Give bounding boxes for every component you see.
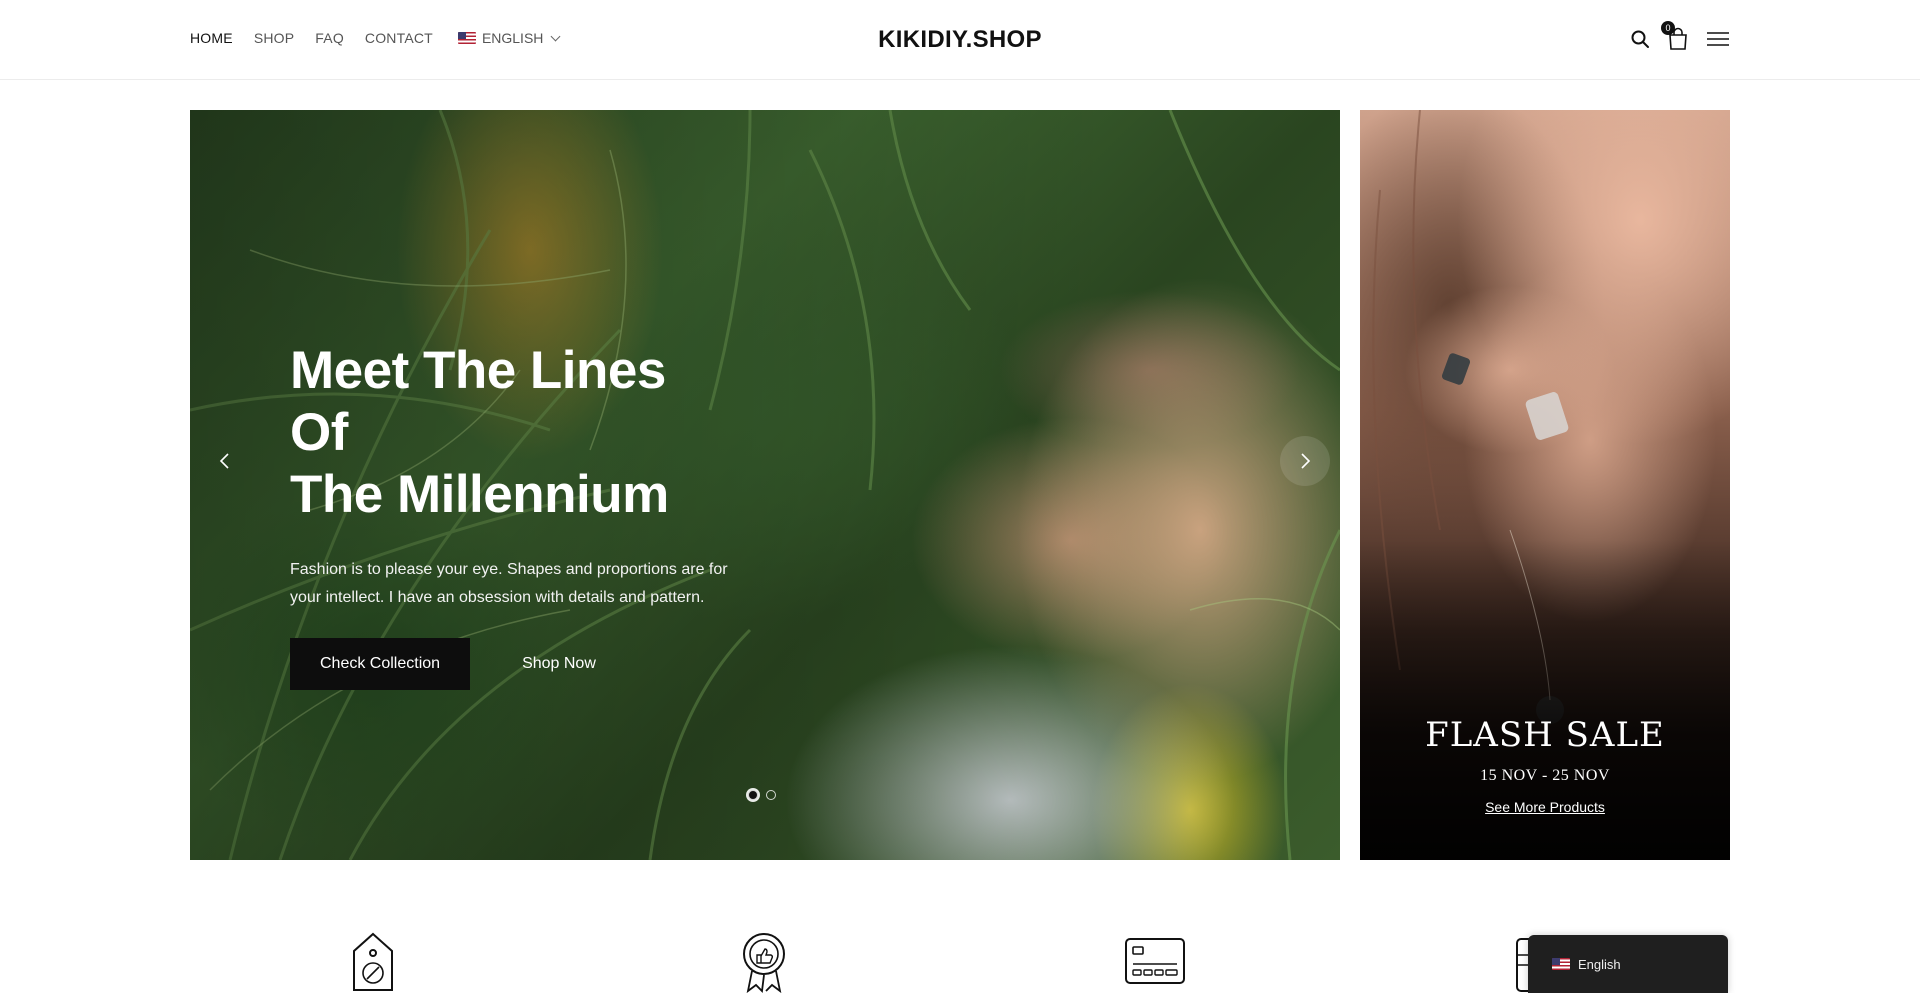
site-header: HOME SHOP FAQ CONTACT ENGLISH KIKIDIY.SH… <box>0 0 1920 80</box>
language-label: ENGLISH <box>481 30 544 46</box>
flash-sale-banner[interactable]: FLASH SALE 15 NOV - 25 NOV See More Prod… <box>1360 110 1730 860</box>
hero-slider: Meet The Lines Of The Millennium Fashion… <box>190 110 1340 860</box>
nav-contact[interactable]: CONTACT <box>365 30 433 46</box>
shopping-bag-icon[interactable]: 0 <box>1661 21 1690 51</box>
slider-dot-2[interactable] <box>766 790 776 800</box>
main-nav: HOME SHOP FAQ CONTACT ENGLISH <box>190 30 561 46</box>
check-collection-button[interactable]: Check Collection <box>290 638 471 690</box>
flash-sale-dates: 15 NOV - 25 NOV <box>1480 767 1610 784</box>
hero-title: Meet The Lines Of The Millennium <box>290 340 730 526</box>
flash-sale-content: FLASH SALE 15 NOV - 25 NOV See More Prod… <box>1360 715 1730 817</box>
hamburger-menu-icon[interactable] <box>1706 27 1730 51</box>
see-more-products-link[interactable]: See More Products <box>1485 799 1605 815</box>
nav-faq[interactable]: FAQ <box>315 30 344 46</box>
chevron-right-icon <box>1301 453 1311 469</box>
slider-pagination <box>748 790 776 800</box>
quality-badge-icon <box>738 931 790 993</box>
cart-count-badge: 0 <box>1661 21 1675 35</box>
slider-prev-button[interactable] <box>200 436 250 486</box>
nav-shop[interactable]: SHOP <box>254 30 294 46</box>
site-logo[interactable]: KIKIDIY.SHOP <box>878 26 1042 53</box>
header-icons: 0 <box>1614 21 1730 51</box>
language-switcher-label: English <box>1578 956 1621 972</box>
slider-next-button[interactable] <box>1280 436 1330 486</box>
search-icon[interactable] <box>1628 27 1652 51</box>
language-dropdown[interactable]: ENGLISH <box>457 30 561 46</box>
flash-sale-title: FLASH SALE <box>1425 715 1665 755</box>
us-flag-icon <box>1552 958 1570 970</box>
us-flag-icon <box>457 32 476 44</box>
slider-dot-1[interactable] <box>748 790 758 800</box>
shop-now-button[interactable]: Shop Now <box>522 655 596 673</box>
language-switcher[interactable]: English <box>1528 935 1728 993</box>
hero-title-line-1: Meet The Lines Of <box>290 341 666 462</box>
hero-buttons: Check Collection Shop Now <box>290 638 730 690</box>
hero-content: Meet The Lines Of The Millennium Fashion… <box>290 340 730 690</box>
hero-description: Fashion is to please your eye. Shapes an… <box>290 561 728 606</box>
nav-home[interactable]: HOME <box>190 30 233 46</box>
chevron-left-icon <box>219 453 229 469</box>
discount-tag-icon <box>350 931 396 993</box>
chevron-down-icon <box>550 31 561 41</box>
hero-title-line-2: The Millennium <box>290 465 669 524</box>
credit-card-icon <box>1124 937 1186 990</box>
